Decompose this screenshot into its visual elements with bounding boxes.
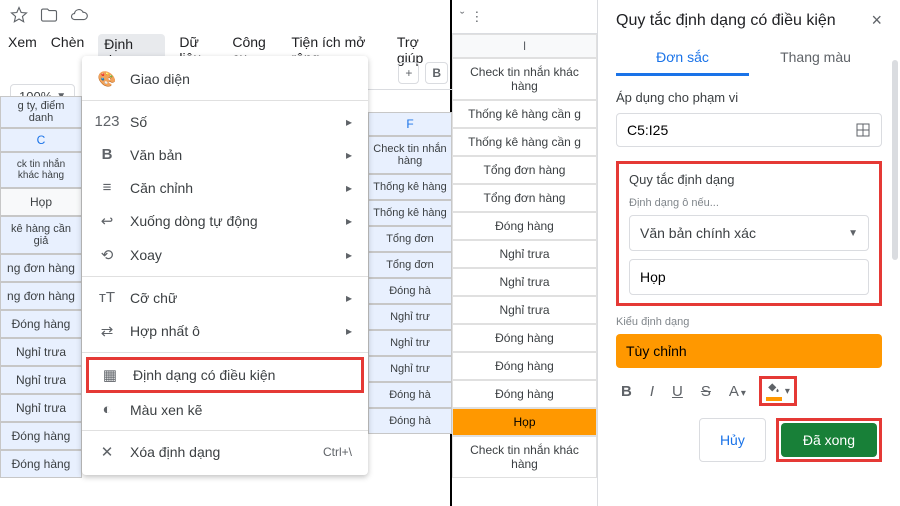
- title-icons: [0, 0, 450, 30]
- sheet-right-col: ˇ⋮ I Check tin nhắn khác hàng Thống kê h…: [452, 0, 598, 506]
- bold-button[interactable]: B: [616, 379, 637, 404]
- menu-rotate[interactable]: ⟲Xoay▸: [82, 238, 368, 272]
- cloud-icon[interactable]: [70, 6, 88, 24]
- menu-align[interactable]: ≡Căn chỉnh▸: [82, 171, 368, 204]
- folder-move-icon[interactable]: [40, 6, 58, 24]
- style-label: Kiểu định dạng: [616, 316, 882, 328]
- done-button[interactable]: Đã xong: [781, 423, 877, 457]
- paint-bucket-icon: [766, 381, 782, 395]
- format-dropdown: 🎨Giao diện 123Số▸ BVăn bản▸ ≡Căn chỉnh▸ …: [82, 56, 368, 475]
- sheet-mid-col: +B F Check tin nhắn hàng Thống kê hàng T…: [368, 56, 452, 506]
- italic-button[interactable]: I: [645, 379, 659, 404]
- close-icon[interactable]: ×: [871, 10, 882, 31]
- menu-number[interactable]: 123Số▸: [82, 105, 368, 138]
- menu-clear-format[interactable]: ✕Xóa định dạngCtrl+\: [82, 435, 368, 469]
- menu-wrap[interactable]: ↩Xuống dòng tự động▸: [82, 204, 368, 238]
- menu-text[interactable]: BVăn bản▸: [82, 138, 368, 171]
- rule-condition-select[interactable]: Văn bản chính xác▼: [629, 215, 869, 251]
- bold-toolbar[interactable]: B: [425, 62, 448, 84]
- panel-title: Quy tắc định dạng có điều kiện: [616, 12, 836, 30]
- format-toolbar: B I U S A▾ ▾: [616, 376, 882, 406]
- menu-insert[interactable]: Chèn: [51, 34, 84, 70]
- fill-color-button[interactable]: ▾: [759, 376, 797, 406]
- chevron-down-icon[interactable]: ˇ: [460, 9, 464, 24]
- menu-fontsize[interactable]: тTCỡ chữ▸: [82, 281, 368, 314]
- conditional-format-panel: Quy tắc định dạng có điều kiện × Đơn sắc…: [598, 0, 900, 506]
- tab-color-scale[interactable]: Thang màu: [749, 41, 882, 76]
- range-input[interactable]: [627, 122, 855, 138]
- panel-tabs: Đơn sắc Thang màu: [616, 41, 882, 76]
- text-color-button[interactable]: A▾: [724, 379, 751, 404]
- tab-single-color[interactable]: Đơn sắc: [616, 41, 749, 76]
- rule-value-input[interactable]: [629, 259, 869, 295]
- cancel-button[interactable]: Hủy: [699, 418, 766, 462]
- star-icon[interactable]: [10, 6, 28, 24]
- range-select-icon[interactable]: [855, 122, 871, 138]
- style-preview[interactable]: Tùy chỉnh: [616, 334, 882, 368]
- sheet-left-col: g ty, điểm danh C ck tin nhắn khác hàng …: [0, 96, 82, 506]
- underline-button[interactable]: U: [667, 379, 688, 404]
- menu-alt-colors[interactable]: ◐Màu xen kẽ: [82, 393, 368, 426]
- scrollbar[interactable]: [892, 60, 898, 260]
- menu-merge[interactable]: ⇄Hợp nhất ô▸: [82, 314, 368, 348]
- menu-view[interactable]: Xem: [8, 34, 37, 70]
- format-rule-section: Quy tắc định dạng Định dạng ô nếu... Văn…: [616, 161, 882, 306]
- apply-range-label: Áp dụng cho phạm vi: [616, 90, 882, 105]
- menu-theme[interactable]: 🎨Giao diện: [82, 62, 368, 96]
- add-sheet-button[interactable]: +: [398, 62, 419, 84]
- strike-button[interactable]: S: [696, 379, 716, 404]
- menu-conditional-format[interactable]: ▦Định dạng có điều kiện: [86, 357, 364, 393]
- range-input-box[interactable]: [616, 113, 882, 147]
